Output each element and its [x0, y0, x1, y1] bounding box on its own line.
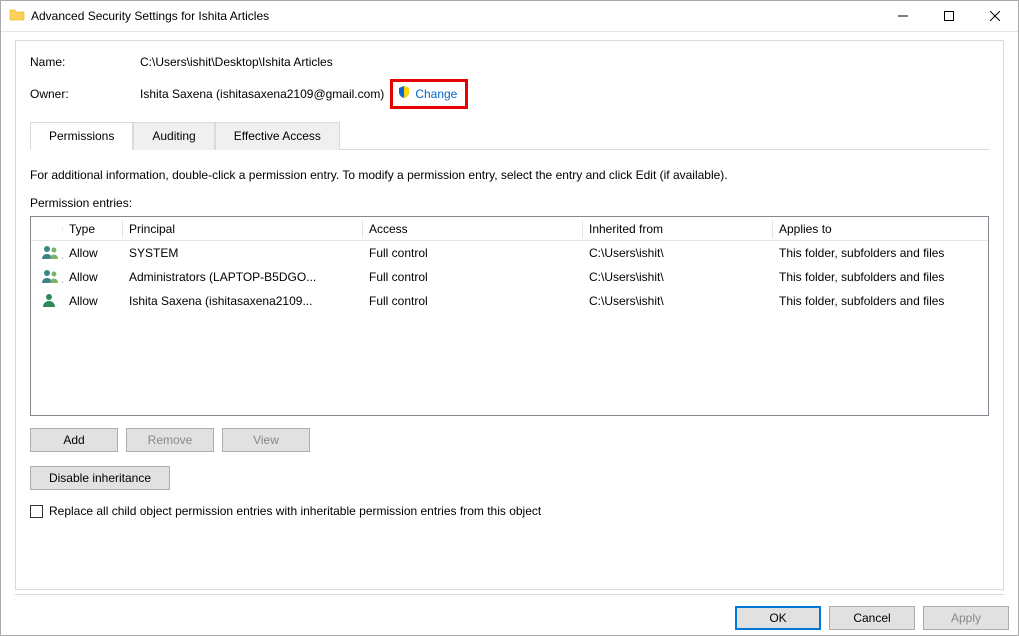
instruction-text: For additional information, double-click…: [30, 168, 989, 182]
cell-inherited: C:\Users\ishit\: [583, 294, 773, 308]
tabs: Permissions Auditing Effective Access: [30, 121, 989, 150]
ok-button[interactable]: OK: [735, 606, 821, 630]
tab-auditing[interactable]: Auditing: [133, 122, 214, 150]
table-row[interactable]: AllowSYSTEMFull controlC:\Users\ishit\Th…: [31, 241, 988, 265]
cell-principal: Administrators (LAPTOP-B5DGO...: [123, 270, 363, 284]
disable-inheritance-button[interactable]: Disable inheritance: [30, 466, 170, 490]
owner-row: Owner: Ishita Saxena (ishitasaxena2109@g…: [30, 79, 989, 109]
replace-checkbox-label: Replace all child object permission entr…: [49, 504, 541, 518]
table-row[interactable]: AllowAdministrators (LAPTOP-B5DGO...Full…: [31, 265, 988, 289]
cancel-button[interactable]: Cancel: [829, 606, 915, 630]
table-row[interactable]: AllowIshita Saxena (ishitasaxena2109...F…: [31, 289, 988, 313]
header-inherited[interactable]: Inherited from: [583, 220, 773, 238]
cell-applies: This folder, subfolders and files: [773, 270, 984, 284]
apply-button[interactable]: Apply: [923, 606, 1009, 630]
cell-access: Full control: [363, 246, 583, 260]
group-icon: [35, 245, 63, 262]
header-principal[interactable]: Principal: [123, 220, 363, 238]
view-button[interactable]: View: [222, 428, 310, 452]
header-type[interactable]: Type: [63, 220, 123, 238]
cell-access: Full control: [363, 270, 583, 284]
add-button[interactable]: Add: [30, 428, 118, 452]
user-icon: [35, 293, 63, 310]
cell-inherited: C:\Users\ishit\: [583, 270, 773, 284]
owner-label: Owner:: [30, 87, 140, 101]
cell-applies: This folder, subfolders and files: [773, 294, 984, 308]
cell-type: Allow: [63, 246, 123, 260]
owner-value: Ishita Saxena (ishitasaxena2109@gmail.co…: [140, 87, 384, 101]
inner-frame: Name: C:\Users\ishit\Desktop\Ishita Arti…: [15, 40, 1004, 590]
tab-effective-access[interactable]: Effective Access: [215, 122, 340, 150]
shield-icon: [397, 85, 411, 102]
cell-type: Allow: [63, 294, 123, 308]
permission-table[interactable]: Type Principal Access Inherited from App…: [30, 216, 989, 416]
group-icon: [35, 269, 63, 286]
permission-entries-label: Permission entries:: [30, 196, 989, 210]
header-access[interactable]: Access: [363, 220, 583, 238]
maximize-button[interactable]: [926, 1, 972, 31]
remove-button[interactable]: Remove: [126, 428, 214, 452]
table-header: Type Principal Access Inherited from App…: [31, 217, 988, 241]
close-button[interactable]: [972, 1, 1018, 31]
header-applies[interactable]: Applies to: [773, 220, 984, 238]
change-owner-link[interactable]: Change: [415, 87, 457, 101]
cell-inherited: C:\Users\ishit\: [583, 246, 773, 260]
tab-permissions[interactable]: Permissions: [30, 122, 133, 150]
dialog-footer: OK Cancel Apply: [735, 606, 1009, 630]
replace-checkbox-row: Replace all child object permission entr…: [30, 504, 989, 518]
window-controls: [880, 1, 1018, 31]
name-label: Name:: [30, 55, 140, 69]
change-highlight: Change: [390, 79, 468, 109]
folder-icon: [9, 7, 25, 26]
cell-principal: Ishita Saxena (ishitasaxena2109...: [123, 294, 363, 308]
cell-applies: This folder, subfolders and files: [773, 246, 984, 260]
content-area: Name: C:\Users\ishit\Desktop\Ishita Arti…: [1, 31, 1018, 595]
name-value: C:\Users\ishit\Desktop\Ishita Articles: [140, 55, 333, 69]
cell-type: Allow: [63, 270, 123, 284]
cell-principal: SYSTEM: [123, 246, 363, 260]
cell-access: Full control: [363, 294, 583, 308]
replace-checkbox[interactable]: [30, 505, 43, 518]
entry-buttons-row: Add Remove View: [30, 428, 989, 452]
minimize-button[interactable]: [880, 1, 926, 31]
titlebar: Advanced Security Settings for Ishita Ar…: [1, 1, 1018, 31]
window-title: Advanced Security Settings for Ishita Ar…: [31, 9, 269, 23]
name-row: Name: C:\Users\ishit\Desktop\Ishita Arti…: [30, 55, 989, 69]
